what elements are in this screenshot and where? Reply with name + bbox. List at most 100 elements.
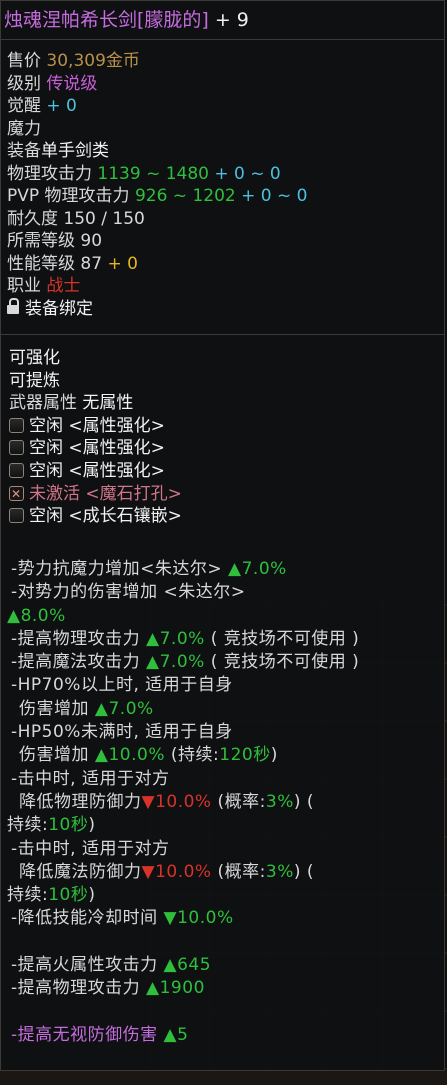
option-note: ) ( xyxy=(293,791,315,812)
required-level-value: 90 xyxy=(80,231,103,251)
option-text: -HP50%未满时, 适用于自身 xyxy=(11,722,233,743)
bind-row: 装备绑定 xyxy=(1,297,444,321)
option-line: -击中时, 适用于对方 xyxy=(1,838,444,861)
socket-label: 未激活 <魔石打孔> xyxy=(29,483,182,504)
option-note: 持续: xyxy=(7,885,49,906)
option-note: ) xyxy=(270,745,278,766)
option-text: -提高物理攻击力 xyxy=(11,628,141,649)
weapon-attribute-label: 武器属性 xyxy=(9,393,77,414)
option-chance: 3% xyxy=(265,861,294,882)
price-value: 30,309金币 xyxy=(46,51,140,71)
refinable-text: 可提炼 xyxy=(9,370,60,391)
option-line: -HP50%未满时, 适用于自身 xyxy=(1,721,444,744)
locked-socket-icon xyxy=(9,483,24,505)
socket-slot: 空闲 <属性强化> xyxy=(1,437,444,460)
option-line: -提高魔法攻击力 ▲7.0% ( 竞技场不可使用 ) xyxy=(1,651,444,674)
pvp-attack-range: 926 ~ 1202 xyxy=(134,186,236,206)
equip-row: 装备单手剑类 xyxy=(1,140,444,163)
option-line: -提高无视防御伤害 ▲5 xyxy=(1,1024,444,1047)
option-line: -提高物理攻击力 ▲1900 xyxy=(1,977,444,1000)
durability-row: 耐久度 150 / 150 xyxy=(1,208,444,231)
socket-label: 空闲 <属性强化> xyxy=(29,460,165,481)
socket-icon xyxy=(9,462,24,478)
option-value: ▲8.0% xyxy=(7,605,66,626)
socket-icon xyxy=(9,417,24,433)
socket-slot: 空闲 <属性强化> xyxy=(1,460,444,483)
pvp-attack-label: PVP 物理攻击力 xyxy=(7,186,130,206)
required-level-row: 所需等级 90 xyxy=(1,230,444,253)
physical-attack-row: 物理攻击力 1139 ~ 1480 + 0 ~ 0 xyxy=(1,163,444,186)
price-row: 售价 30,309金币 xyxy=(1,50,444,73)
option-note: (持续: xyxy=(170,745,220,766)
option-duration: 120秒 xyxy=(219,745,271,766)
pvp-attack-row: PVP 物理攻击力 926 ~ 1202 + 0 ~ 0 xyxy=(1,185,444,208)
option-note: (概率: xyxy=(217,791,266,812)
option-text: -势力抗魔力增加<朱达尔> xyxy=(11,559,223,579)
equip-value: 单手剑类 xyxy=(41,141,109,161)
option-note: ) xyxy=(88,885,96,906)
option-line: 持续:10秒) xyxy=(1,884,444,907)
price-label: 售价 xyxy=(7,51,41,71)
option-text: -击中时, 适用于对方 xyxy=(11,838,170,859)
weapon-attribute-row: 武器属性 无属性 xyxy=(1,392,444,415)
option-text: -击中时, 适用于对方 xyxy=(11,768,170,789)
option-line: -降低技能冷却时间 ▼10.0% xyxy=(1,907,444,930)
performance-level-value: 87 xyxy=(80,253,103,274)
durability-label: 耐久度 xyxy=(7,208,58,229)
job-value: 战士 xyxy=(46,276,81,296)
option-value: ▲7.0% xyxy=(146,628,205,649)
option-value: ▲1900 xyxy=(146,978,205,999)
job-row: 职业 战士 xyxy=(1,275,444,298)
option-chance: 3% xyxy=(265,791,294,812)
option-line: 伤害增加 ▲10.0% (持续:120秒) xyxy=(1,744,444,767)
lock-icon xyxy=(7,297,19,315)
option-note: (概率: xyxy=(217,861,266,882)
option-note: ( 竞技场不可使用 ) xyxy=(210,628,360,649)
option-line: -对势力的伤害增加 <朱达尔> xyxy=(1,581,444,604)
option-line: 降低物理防御力▼10.0% (概率:3%) ( xyxy=(1,791,444,814)
option-duration: 10秒 xyxy=(48,815,89,836)
option-text: -提高物理攻击力 xyxy=(11,978,141,999)
job-label: 职业 xyxy=(7,276,41,296)
option-text: 降低魔法防御力 xyxy=(19,861,142,882)
option-text: 伤害增加 xyxy=(19,745,89,766)
upgrade-info: 可强化 可提炼 武器属性 无属性 空闲 <属性强化> 空闲 <属性强化> 空闲 … xyxy=(1,347,444,528)
awaken-label: 觉醒 xyxy=(7,96,41,116)
option-value: ▼10.0% xyxy=(141,861,212,882)
option-line: 持续:10秒) xyxy=(1,814,444,837)
option-note: 持续: xyxy=(7,815,49,836)
grade-value: 传说级 xyxy=(46,73,98,94)
socket-slot: 空闲 <属性强化> xyxy=(1,415,444,438)
option-note: ) ( xyxy=(293,861,315,882)
option-value: ▲7.0% xyxy=(94,698,154,719)
enhanceable-text: 可强化 xyxy=(9,348,60,368)
grade-label: 级别 xyxy=(7,73,41,94)
option-text: -HP70%以上时, 适用于自身 xyxy=(11,675,233,696)
option-value: ▼10.0% xyxy=(141,791,212,812)
item-enhance-level: + 9 xyxy=(214,9,249,31)
option-line: -提高物理攻击力 ▲7.0% ( 竞技场不可使用 ) xyxy=(1,628,444,651)
awaken-value: + 0 xyxy=(46,96,77,116)
pvp-attack-bonus: + 0 ~ 0 xyxy=(241,186,308,206)
socket-icon xyxy=(9,508,24,524)
option-text: -降低技能冷却时间 xyxy=(11,908,158,929)
option-line: -HP70%以上时, 适用于自身 xyxy=(1,674,444,697)
durability-value: 150 / 150 xyxy=(63,208,145,229)
option-line: ▲8.0% xyxy=(1,605,444,628)
option-value: ▲7.0% xyxy=(228,559,287,579)
physical-attack-label: 物理攻击力 xyxy=(7,163,92,184)
equip-label: 装备 xyxy=(7,141,41,161)
option-note: ( 竞技场不可使用 ) xyxy=(210,652,360,673)
option-line: -势力抗魔力增加<朱达尔> ▲7.0% xyxy=(1,558,444,581)
bottom-text-strip xyxy=(0,1071,447,1085)
option-note: ) xyxy=(88,815,96,836)
weapon-attribute-value: 无属性 xyxy=(82,393,134,414)
physical-attack-range: 1139 ~ 1480 xyxy=(97,163,209,184)
option-text: -提高火属性攻击力 xyxy=(11,955,158,976)
option-value: ▲10.0% xyxy=(94,745,165,766)
socket-label: 空闲 <成长石镶嵌> xyxy=(29,506,182,527)
section-divider xyxy=(1,334,444,335)
performance-level-label: 性能等级 xyxy=(7,253,75,274)
